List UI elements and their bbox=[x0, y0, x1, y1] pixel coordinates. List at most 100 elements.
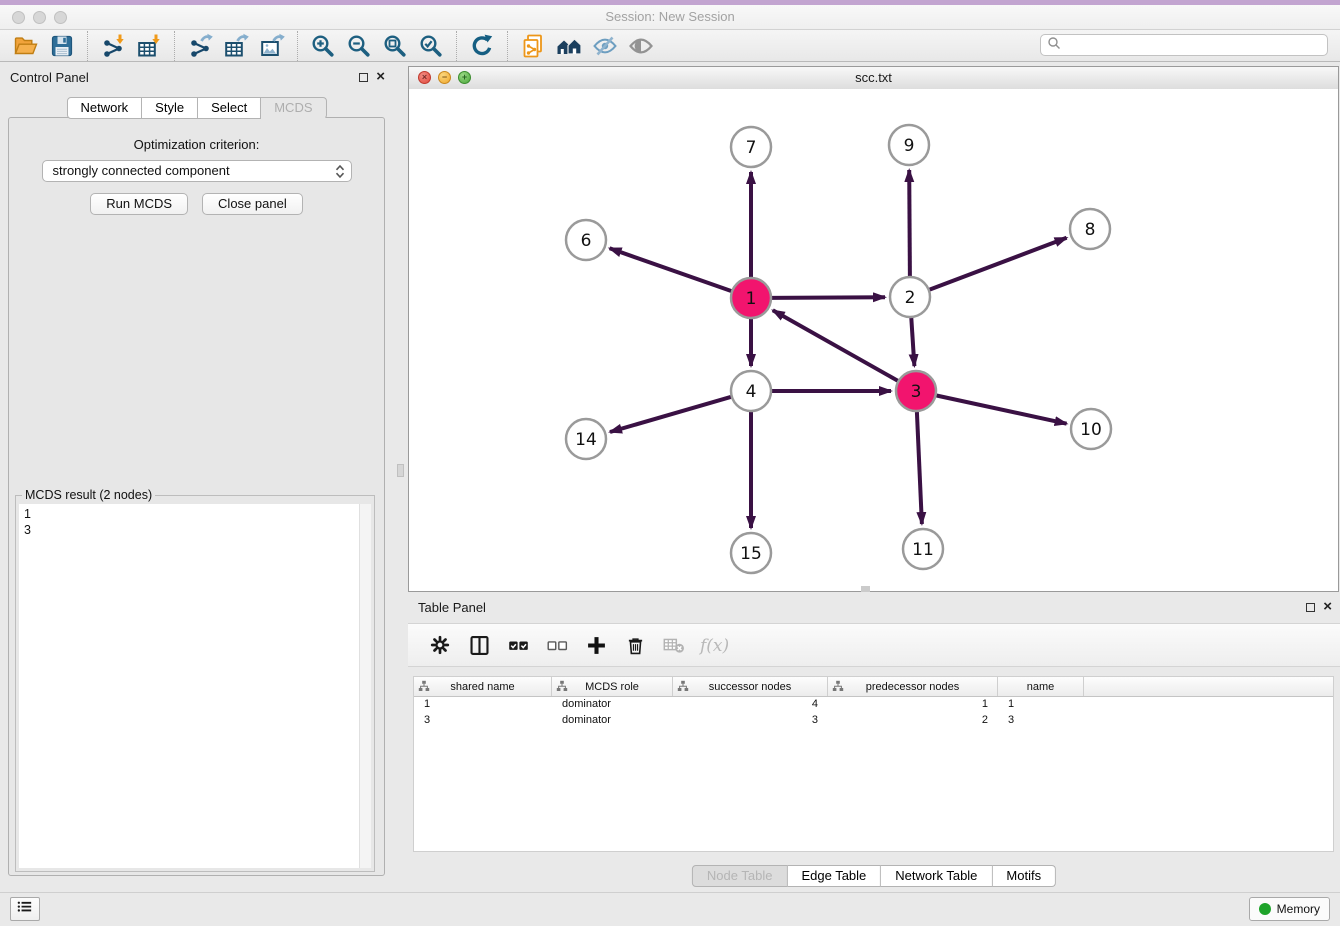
task-history-button[interactable] bbox=[10, 897, 40, 921]
graph-node-9[interactable]: 9 bbox=[889, 125, 929, 165]
delete-column-icon[interactable] bbox=[620, 630, 650, 660]
graph-node-6[interactable]: 6 bbox=[566, 220, 606, 260]
table-row[interactable]: 1dominator411 bbox=[414, 697, 1333, 713]
graph-node-14[interactable]: 14 bbox=[566, 419, 606, 459]
svg-text:1: 1 bbox=[746, 289, 757, 309]
zoom-selected-icon[interactable] bbox=[413, 32, 449, 60]
graph-node-10[interactable]: 10 bbox=[1071, 409, 1111, 449]
show-all-icon[interactable] bbox=[623, 32, 659, 60]
graph-edge-1-2[interactable] bbox=[772, 297, 885, 298]
search-input[interactable] bbox=[1061, 36, 1327, 54]
svg-text:7: 7 bbox=[746, 138, 757, 158]
graph-edge-3-11[interactable] bbox=[917, 412, 922, 524]
new-network-from-selection-icon[interactable] bbox=[515, 32, 551, 60]
graph-node-8[interactable]: 8 bbox=[1070, 209, 1110, 249]
table-header-row: shared nameMCDS role successor nodes prede… bbox=[414, 677, 1333, 697]
optimization-criterion-label: Optimization criterion: bbox=[9, 137, 384, 152]
select-all-columns-icon[interactable] bbox=[503, 630, 533, 660]
graph-node-3[interactable]: 3 bbox=[896, 371, 936, 411]
graph-edge-2-3[interactable] bbox=[911, 318, 914, 366]
column-header-name[interactable]: name bbox=[998, 677, 1084, 696]
graph-edge-3-1[interactable] bbox=[773, 310, 898, 380]
network-window-titlebar[interactable]: × − + scc.txt bbox=[409, 67, 1338, 90]
export-network-icon[interactable] bbox=[182, 32, 218, 60]
zoom-out-icon[interactable] bbox=[341, 32, 377, 60]
search-box[interactable] bbox=[1040, 34, 1328, 56]
frame-maximize-icon[interactable]: + bbox=[458, 71, 471, 84]
vertical-splitter-handle[interactable] bbox=[397, 464, 404, 477]
graph-edge-4-14[interactable] bbox=[610, 397, 731, 432]
graph-node-15[interactable]: 15 bbox=[731, 533, 771, 573]
criterion-select[interactable]: strongly connected component bbox=[42, 160, 352, 182]
table-options-gear-icon[interactable] bbox=[425, 630, 455, 660]
save-session-icon[interactable] bbox=[44, 32, 80, 60]
export-table-icon[interactable] bbox=[218, 32, 254, 60]
open-session-icon[interactable] bbox=[8, 32, 44, 60]
column-header-predecessor-nodes[interactable]: predecessor nodes bbox=[828, 677, 998, 696]
graph-edge-2-9[interactable] bbox=[909, 170, 910, 276]
tab-edge-table[interactable]: Edge Table bbox=[787, 865, 881, 887]
graph-edge-2-8[interactable] bbox=[930, 238, 1067, 290]
table-cell: 3 bbox=[414, 713, 552, 729]
close-panel-icon[interactable]: × bbox=[376, 71, 385, 83]
result-scrollbar[interactable] bbox=[359, 504, 371, 868]
import-table-icon[interactable] bbox=[131, 32, 167, 60]
svg-text:10: 10 bbox=[1080, 420, 1102, 440]
column-header-label: successor nodes bbox=[709, 681, 792, 693]
run-mcds-button[interactable]: Run MCDS bbox=[90, 193, 188, 215]
network-window: × − + scc.txt 7 9 6 8 1 2 4 3 14 10 15 11 bbox=[408, 66, 1339, 592]
add-column-icon[interactable] bbox=[581, 630, 611, 660]
graph-node-4[interactable]: 4 bbox=[731, 371, 771, 411]
mcds-result-title: MCDS result (2 nodes) bbox=[22, 488, 155, 502]
float-panel-icon[interactable] bbox=[359, 73, 368, 82]
tab-network[interactable]: Network bbox=[66, 97, 142, 119]
zoom-fit-icon[interactable] bbox=[377, 32, 413, 60]
criterion-selected-value: strongly connected component bbox=[53, 163, 230, 178]
table-cell: 1 bbox=[414, 697, 552, 713]
toolbar-separator bbox=[87, 31, 88, 61]
refresh-icon[interactable] bbox=[464, 32, 500, 60]
memory-button[interactable]: Memory bbox=[1249, 897, 1330, 921]
tab-network-table[interactable]: Network Table bbox=[881, 865, 992, 887]
float-table-panel-icon[interactable] bbox=[1306, 603, 1315, 612]
column-header-shared-name[interactable]: shared name bbox=[414, 677, 552, 696]
column-header-MCDS-role[interactable]: MCDS role bbox=[552, 677, 673, 696]
graph-node-7[interactable]: 7 bbox=[731, 127, 771, 167]
graph-edge-1-6[interactable] bbox=[610, 248, 732, 291]
graph-node-1[interactable]: 1 bbox=[731, 278, 771, 318]
mcds-result-text: 1 3 bbox=[19, 504, 359, 868]
hide-selected-icon[interactable] bbox=[587, 32, 623, 60]
tab-mcds[interactable]: MCDS bbox=[261, 97, 326, 119]
column-visibility-icon[interactable] bbox=[464, 630, 494, 660]
unselect-all-columns-icon[interactable] bbox=[542, 630, 572, 660]
close-panel-button[interactable]: Close panel bbox=[202, 193, 303, 215]
tab-select[interactable]: Select bbox=[198, 97, 261, 119]
tab-style[interactable]: Style bbox=[142, 97, 198, 119]
first-neighbors-icon[interactable] bbox=[551, 32, 587, 60]
tab-motifs[interactable]: Motifs bbox=[992, 865, 1056, 887]
mcds-result-textarea[interactable]: 1 3 bbox=[19, 504, 371, 868]
function-builder-icon: f(x) bbox=[698, 630, 732, 660]
svg-text:4: 4 bbox=[746, 382, 757, 402]
import-network-icon[interactable] bbox=[95, 32, 131, 60]
export-image-icon[interactable] bbox=[254, 32, 290, 60]
control-panel-header: Control Panel × bbox=[0, 66, 393, 92]
column-header-successor-nodes[interactable]: successor nodes bbox=[673, 677, 828, 696]
horizontal-splitter-handle[interactable] bbox=[861, 586, 870, 592]
attribute-icon bbox=[832, 680, 844, 695]
graph-node-2[interactable]: 2 bbox=[890, 277, 930, 317]
graph-node-11[interactable]: 11 bbox=[903, 529, 943, 569]
table-panel-tabs: Node TableEdge TableNetwork TableMotifs bbox=[692, 865, 1056, 887]
table-toolbar: f(x) bbox=[408, 623, 1340, 667]
frame-minimize-icon[interactable]: − bbox=[438, 71, 451, 84]
table-cell: 3 bbox=[998, 713, 1084, 729]
toolbar-separator bbox=[174, 31, 175, 61]
frame-close-icon[interactable]: × bbox=[418, 71, 431, 84]
table-row[interactable]: 3dominator323 bbox=[414, 713, 1333, 729]
network-canvas[interactable]: 7 9 6 8 1 2 4 3 14 10 15 11 bbox=[409, 89, 1338, 591]
graph-edge-3-10[interactable] bbox=[937, 396, 1067, 424]
tab-node-table[interactable]: Node Table bbox=[692, 865, 788, 887]
zoom-in-icon[interactable] bbox=[305, 32, 341, 60]
close-table-panel-icon[interactable]: × bbox=[1323, 601, 1332, 613]
control-panel: Control Panel × NetworkStyleSelectMCDS O… bbox=[0, 66, 393, 886]
